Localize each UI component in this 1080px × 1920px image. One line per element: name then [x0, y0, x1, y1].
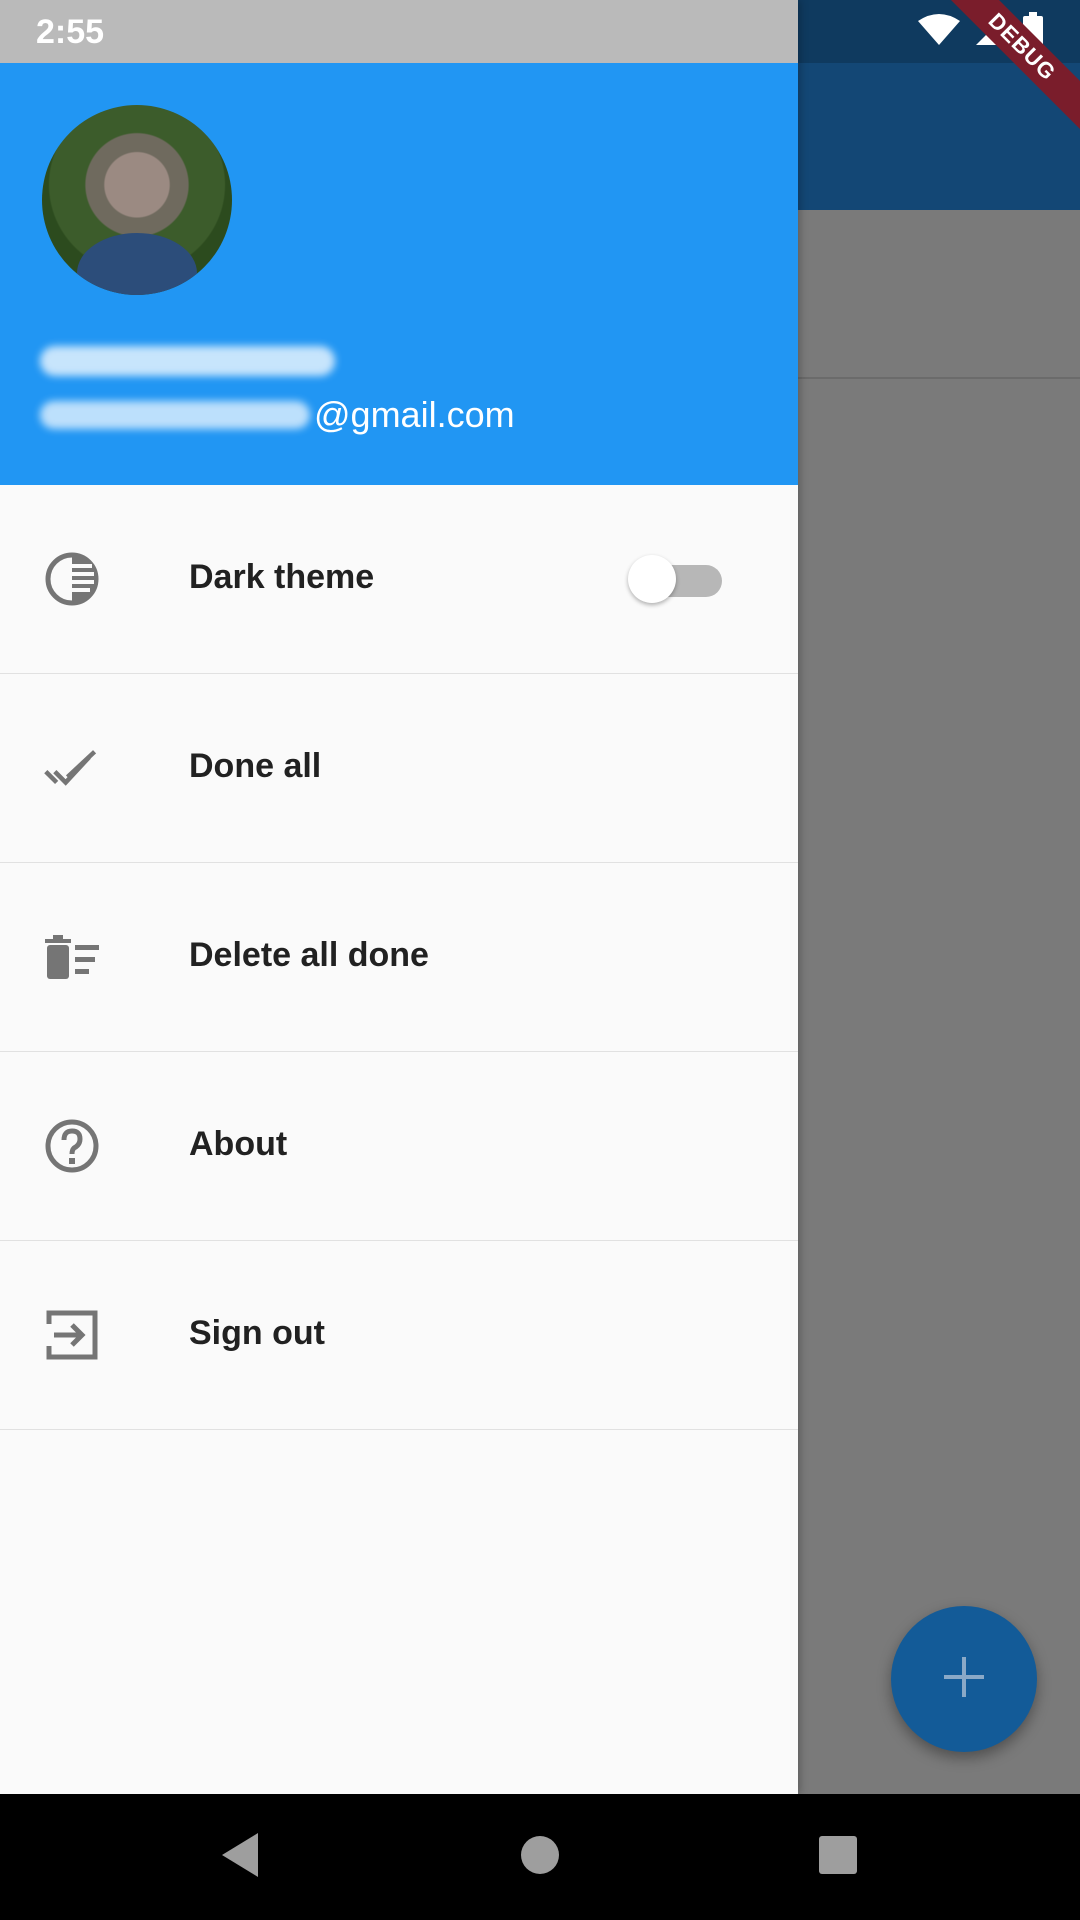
plus-icon: [942, 1655, 986, 1704]
menu-item-dark-theme[interactable]: Dark theme: [0, 485, 798, 674]
dark-theme-toggle[interactable]: [628, 555, 724, 603]
menu-label-dark-theme: Dark theme: [189, 558, 375, 596]
exit-to-app-icon: [44, 1307, 100, 1363]
account-email-redacted: [40, 401, 310, 429]
delete-sweep-icon: [44, 929, 100, 985]
drawer-menu: Dark theme Done all Delete all done Abou…: [0, 485, 798, 1430]
theme-toggle-icon: [44, 551, 100, 607]
home-button[interactable]: [513, 1830, 567, 1884]
recents-icon: [818, 1835, 858, 1880]
menu-label-delete-all-done: Delete all done: [189, 936, 429, 974]
menu-item-sign-out[interactable]: Sign out: [0, 1241, 798, 1430]
account-name-redacted: [40, 346, 335, 376]
back-icon: [218, 1831, 262, 1884]
menu-label-about: About: [189, 1125, 288, 1163]
menu-label-done-all: Done all: [189, 747, 322, 785]
account-email-domain: @gmail.com: [314, 394, 515, 435]
list-divider: [798, 377, 1080, 379]
navigation-bar: [0, 1794, 1080, 1920]
done-all-icon: [44, 740, 100, 796]
navigation-drawer: 2:55 @gmail.com Dark theme Done all Dele…: [0, 0, 798, 1794]
help-outline-icon: [44, 1118, 100, 1174]
menu-item-delete-all-done[interactable]: Delete all done: [0, 863, 798, 1052]
menu-item-about[interactable]: About: [0, 1052, 798, 1241]
drawer-header: @gmail.com: [0, 63, 798, 485]
status-time: 2:55: [36, 13, 105, 51]
add-fab-button[interactable]: [891, 1606, 1037, 1752]
account-email: @gmail.com: [40, 394, 515, 436]
recents-button[interactable]: [811, 1830, 865, 1884]
home-icon: [520, 1835, 560, 1880]
back-button[interactable]: [213, 1830, 267, 1884]
menu-label-sign-out: Sign out: [189, 1314, 325, 1352]
avatar[interactable]: [42, 105, 232, 295]
wifi-icon: [918, 13, 960, 52]
status-bar: 2:55: [0, 0, 798, 63]
menu-item-done-all[interactable]: Done all: [0, 674, 798, 863]
toggle-thumb: [628, 555, 676, 603]
